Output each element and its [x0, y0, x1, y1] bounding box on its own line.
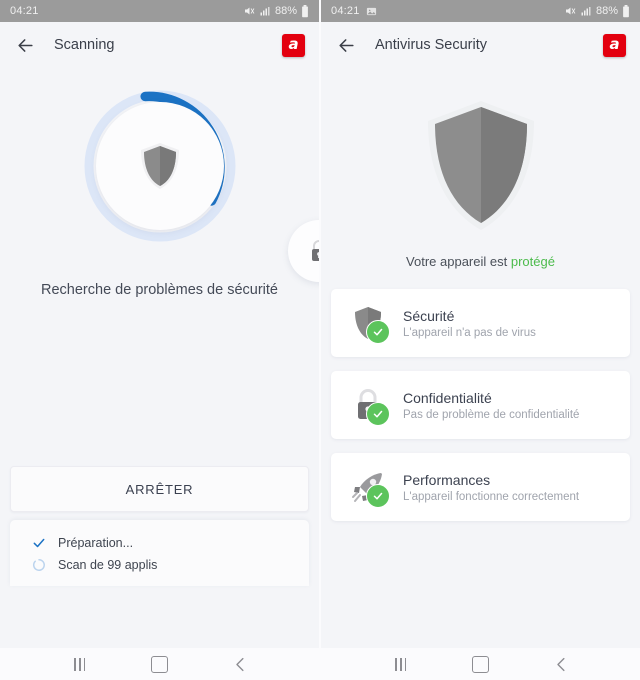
check-badge-icon	[366, 320, 390, 344]
scan-status-text: Recherche de problèmes de sécurité	[41, 282, 278, 298]
recents-icon	[74, 657, 86, 671]
nav-recents-button-left[interactable]	[63, 651, 97, 677]
home-icon	[471, 655, 489, 673]
image-icon	[366, 6, 377, 17]
battery-percent: 88%	[595, 5, 618, 17]
check-badge-icon	[366, 402, 390, 426]
card-icon-wrap	[347, 466, 390, 508]
nav-home-button-right[interactable]	[463, 651, 497, 677]
avira-logo-button-right[interactable]: a	[603, 33, 626, 57]
lock-icon	[312, 240, 319, 261]
back-arrow-icon	[17, 38, 33, 52]
chevron-left-icon	[556, 657, 565, 671]
status-bar-right: 04:21 88%	[321, 0, 640, 22]
card-text: Performances L'appareil fonctionne corre…	[403, 472, 579, 503]
status-cards-list: Sécurité L'appareil n'a pas de virus Con…	[321, 289, 640, 535]
progress-item-scan: Scan de 99 applis	[10, 554, 309, 576]
page-title-right: Antivirus Security	[375, 37, 488, 53]
avira-logo-button-left[interactable]: a	[282, 33, 305, 57]
nav-back-button-right[interactable]	[543, 651, 577, 677]
device-status-text: Votre appareil est protégé	[321, 254, 640, 269]
card-title: Performances	[403, 471, 491, 488]
card-performance[interactable]: Performances L'appareil fonctionne corre…	[331, 453, 630, 521]
card-subtitle: Pas de problème de confidentialité	[403, 408, 580, 421]
shield-icon	[140, 143, 179, 189]
mute-icon	[565, 7, 576, 15]
card-subtitle: L'appareil fonctionne correctement	[403, 490, 580, 503]
battery-icon	[302, 4, 308, 17]
nav-recents-button-right[interactable]	[384, 651, 418, 677]
signal-bars-icon	[581, 7, 591, 16]
card-text: Sécurité L'appareil n'a pas de virus	[403, 308, 536, 339]
card-security[interactable]: Sécurité L'appareil n'a pas de virus	[331, 289, 630, 357]
chevron-left-icon	[235, 657, 244, 671]
status-indicators: 88%	[564, 4, 630, 18]
recents-icon	[395, 657, 407, 671]
device-status-prefix: Votre appareil est	[406, 254, 511, 269]
back-button-left[interactable]	[14, 34, 36, 56]
card-icon-wrap	[347, 384, 390, 426]
app-bar-right: Antivirus Security a	[321, 22, 640, 68]
card-title: Sécurité	[403, 307, 455, 324]
mute-icon	[244, 7, 255, 15]
battery-percent: 88%	[274, 5, 297, 17]
spinner-icon	[32, 558, 52, 572]
signal-bars-icon	[260, 7, 270, 16]
check-icon	[32, 536, 52, 550]
home-icon	[150, 655, 168, 673]
card-icon-wrap	[347, 302, 390, 344]
screen-antivirus-security: 04:21 88% Antivirus Security a Votre app…	[321, 0, 640, 680]
back-button-right[interactable]	[335, 34, 357, 56]
battery-icon	[623, 4, 629, 17]
dual-screenshot-container: 04:21 88% Scanning a Recherche de problè…	[0, 0, 640, 680]
progress-item-preparation: Préparation...	[10, 532, 309, 554]
device-status-highlight: protégé	[510, 254, 555, 269]
screen-scanning: 04:21 88% Scanning a Recherche de problè…	[0, 0, 319, 680]
scan-ring	[80, 86, 240, 246]
nav-back-button-left[interactable]	[222, 651, 256, 677]
stop-scan-button[interactable]: ARRÊTER	[10, 466, 309, 512]
status-time: 04:21	[10, 5, 39, 17]
progress-item-label: Scan de 99 applis	[58, 558, 158, 572]
status-indicators: 88%	[243, 4, 309, 18]
nav-bar-left	[0, 648, 319, 680]
shield-icon	[427, 100, 534, 230]
card-title: Confidentialité	[403, 389, 492, 406]
nav-bar-right	[321, 648, 640, 680]
result-body: Votre appareil est protégé Sécurité L'ap…	[321, 68, 640, 648]
back-arrow-icon	[338, 38, 354, 52]
scan-ring-area	[0, 86, 319, 246]
card-privacy[interactable]: Confidentialité Pas de problème de confi…	[331, 371, 630, 439]
app-bar-left: Scanning a	[0, 22, 319, 68]
hero-shield	[321, 90, 640, 240]
status-time: 04:21	[331, 5, 360, 17]
scan-progress-panel: Préparation... Scan de 99 applis	[10, 520, 309, 586]
nav-home-button-left[interactable]	[142, 651, 176, 677]
ring-inner-circle	[95, 102, 224, 230]
card-subtitle: L'appareil n'a pas de virus	[403, 326, 536, 339]
avira-logo-letter-right: a	[609, 34, 620, 53]
avira-logo-letter-left: a	[288, 34, 299, 53]
page-title-left: Scanning	[54, 37, 115, 53]
check-badge-icon	[366, 484, 390, 508]
progress-item-label: Préparation...	[58, 536, 134, 550]
scan-body: Recherche de problèmes de sécurité ARRÊT…	[0, 68, 319, 648]
card-text: Confidentialité Pas de problème de confi…	[403, 390, 579, 421]
status-bar-left: 04:21 88%	[0, 0, 319, 22]
